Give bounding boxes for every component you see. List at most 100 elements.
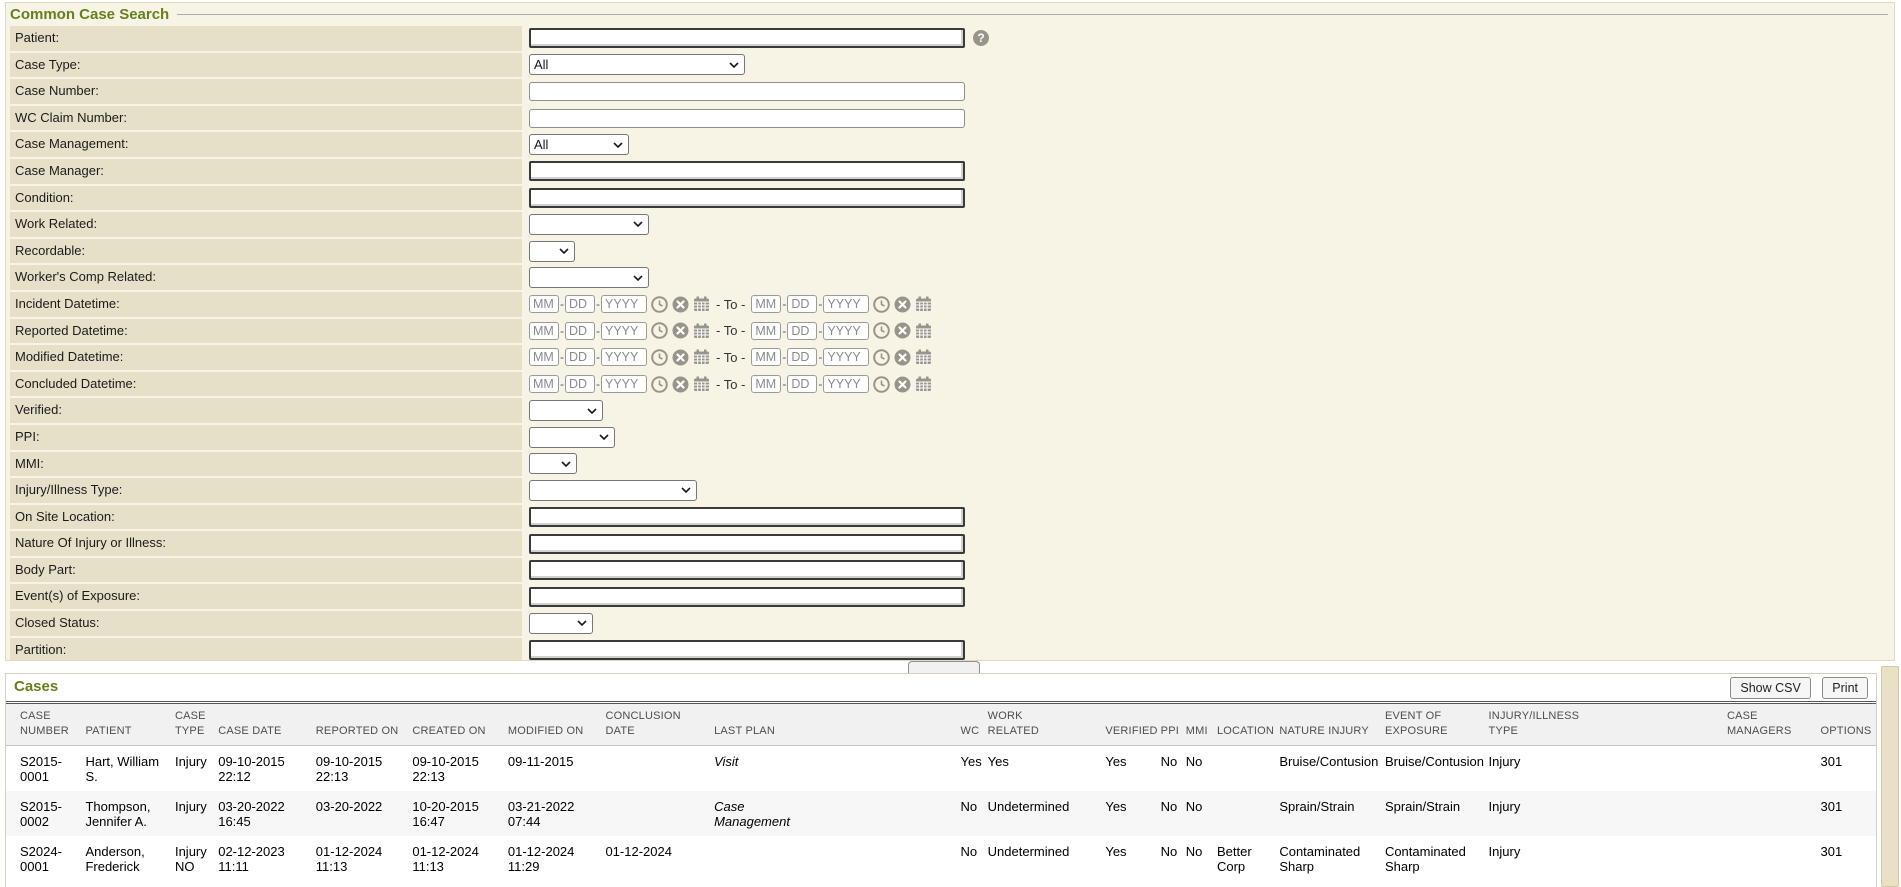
to-mm-input[interactable] <box>751 322 781 340</box>
to-mm-input[interactable] <box>751 375 781 393</box>
from-mm-input[interactable] <box>529 375 559 393</box>
cell-wc: No <box>961 836 988 881</box>
event-s-of-exposure-input[interactable] <box>529 587 965 607</box>
verified-select[interactable] <box>529 400 603 421</box>
clock-icon[interactable] <box>873 322 890 339</box>
from-dd-input[interactable] <box>565 348 595 366</box>
mmi-select[interactable] <box>529 453 577 474</box>
cases-header-buttons: Show CSV Print <box>1723 677 1868 699</box>
calendar-icon[interactable] <box>693 376 710 392</box>
from-dd-input[interactable] <box>565 322 595 340</box>
work-related-select[interactable] <box>529 214 649 235</box>
clock-icon[interactable] <box>873 349 890 366</box>
clear-icon[interactable] <box>894 322 911 339</box>
from-dd-input[interactable] <box>565 295 595 313</box>
recordable-select[interactable] <box>529 241 575 262</box>
to-yyyy-input[interactable] <box>823 295 869 313</box>
on-site-location-input[interactable] <box>529 507 965 527</box>
cell-modified_on: 09-11-2015 <box>508 746 606 792</box>
calendar-icon[interactable] <box>915 376 932 392</box>
clear-icon[interactable] <box>894 376 911 393</box>
vertical-scrollbar[interactable] <box>1881 666 1899 887</box>
case-manager-input[interactable] <box>529 161 965 181</box>
field-control <box>529 109 965 128</box>
calendar-icon[interactable] <box>915 296 932 312</box>
chevron-down-icon <box>613 142 623 148</box>
wc-claim-number-input[interactable] <box>529 109 965 128</box>
case-type-select[interactable]: All <box>529 54 745 75</box>
clock-icon[interactable] <box>873 376 890 393</box>
show-csv-button[interactable]: Show CSV <box>1730 677 1810 699</box>
to-yyyy-input[interactable] <box>823 322 869 340</box>
field-label: MMI: <box>10 452 522 477</box>
cell-case_type: Injury <box>175 746 218 792</box>
from-yyyy-input[interactable] <box>601 348 647 366</box>
from-mm-input[interactable] <box>529 322 559 340</box>
chevron-down-icon <box>561 461 571 467</box>
cell-work_related: Undetermined <box>988 791 1106 836</box>
body-part-input[interactable] <box>529 560 965 580</box>
select-value: All <box>534 57 548 72</box>
to-mm-input[interactable] <box>751 295 781 313</box>
clear-icon[interactable] <box>672 349 689 366</box>
clear-icon[interactable] <box>894 296 911 313</box>
calendar-icon[interactable] <box>693 323 710 339</box>
to-yyyy-input[interactable] <box>823 348 869 366</box>
from-yyyy-input[interactable] <box>601 295 647 313</box>
patient-input[interactable] <box>529 28 965 48</box>
condition-input[interactable] <box>529 188 965 208</box>
field-control: All <box>529 134 629 155</box>
to-dd-input[interactable] <box>787 322 817 340</box>
field-label: Worker's Comp Related: <box>10 265 522 290</box>
calendar-icon[interactable] <box>693 349 710 365</box>
to-yyyy-input[interactable] <box>823 375 869 393</box>
table-row-S2015-0001[interactable]: S2015-0001Hart, William S.Injury09-10-20… <box>6 746 1876 792</box>
from-dd-input[interactable] <box>565 375 595 393</box>
to-dd-input[interactable] <box>787 348 817 366</box>
from-yyyy-input[interactable] <box>601 375 647 393</box>
cell-created_on: 09-10-2015 22:13 <box>412 746 508 792</box>
clock-icon[interactable] <box>651 322 668 339</box>
field-control: All <box>529 54 745 75</box>
to-dd-input[interactable] <box>787 295 817 313</box>
print-button[interactable]: Print <box>1822 677 1868 699</box>
worker-s-comp-related-select[interactable] <box>529 267 649 288</box>
clock-icon[interactable] <box>651 349 668 366</box>
form-row-verified: Verified: <box>10 398 1890 423</box>
from-mm-input[interactable] <box>529 348 559 366</box>
injury-illness-type-select[interactable] <box>529 480 697 501</box>
calendar-icon[interactable] <box>915 323 932 339</box>
table-row-S2024-0001[interactable]: S2024-0001Anderson, FrederickInjury NO02… <box>6 836 1876 881</box>
clock-icon[interactable] <box>873 296 890 313</box>
clock-icon[interactable] <box>651 376 668 393</box>
clock-icon[interactable] <box>651 296 668 313</box>
ppi-select[interactable] <box>529 427 615 448</box>
calendar-icon[interactable] <box>915 349 932 365</box>
search-button-clipped[interactable] <box>908 661 980 673</box>
column-header-last_plan: LAST PLAN <box>714 703 815 746</box>
clear-icon[interactable] <box>672 296 689 313</box>
clear-icon[interactable] <box>672 376 689 393</box>
clear-icon[interactable] <box>672 322 689 339</box>
cases-panel: Cases Show CSV Print CASE NUMBERPATIENTC… <box>5 673 1877 887</box>
to-mm-input[interactable] <box>751 348 781 366</box>
cell-ppi: No <box>1161 836 1186 881</box>
case-management-select[interactable]: All <box>529 134 629 155</box>
clear-icon[interactable] <box>894 349 911 366</box>
range-to-label: - To - <box>716 350 745 365</box>
to-dd-input[interactable] <box>787 375 817 393</box>
closed-status-select[interactable] <box>529 613 593 634</box>
calendar-icon[interactable] <box>693 296 710 312</box>
dash-separator: - <box>818 297 822 311</box>
from-yyyy-input[interactable] <box>601 322 647 340</box>
nature-of-injury-or-illness-input[interactable] <box>529 534 965 554</box>
field-label: Verified: <box>10 398 522 423</box>
column-header-wc: WC <box>961 703 988 746</box>
table-row-S2015-0002[interactable]: S2015-0002Thompson, Jennifer A.Injury03-… <box>6 791 1876 836</box>
help-icon[interactable]: ? <box>973 30 989 46</box>
cell-case_managers <box>1727 836 1821 881</box>
case-number-input[interactable] <box>529 82 965 101</box>
from-mm-input[interactable] <box>529 295 559 313</box>
field-label: Case Management: <box>10 132 522 157</box>
partition-input[interactable] <box>529 640 965 660</box>
